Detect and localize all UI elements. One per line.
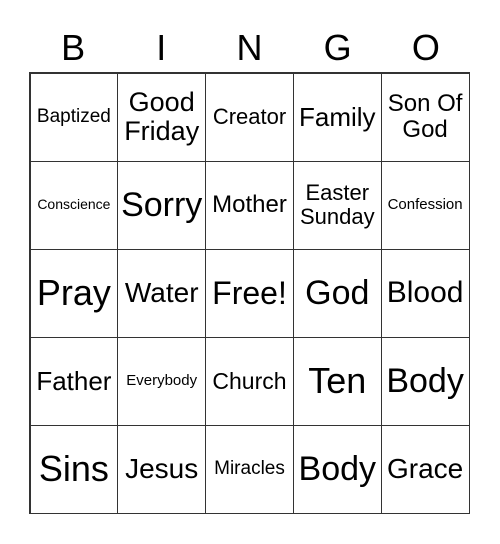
bingo-header: B I N G O bbox=[29, 26, 470, 70]
bingo-cell[interactable]: Good Friday bbox=[117, 72, 207, 162]
bingo-cell[interactable]: Son Of God bbox=[380, 72, 470, 162]
free-space-cell[interactable]: Free! bbox=[205, 248, 294, 338]
bingo-cell[interactable]: Church bbox=[205, 336, 294, 426]
bingo-cell[interactable]: Conscience bbox=[29, 160, 119, 250]
bingo-cell[interactable]: Family bbox=[292, 72, 382, 162]
bingo-cell[interactable]: Easter Sunday bbox=[292, 160, 382, 250]
header-letter-i: I bbox=[156, 27, 167, 68]
bingo-cell[interactable]: Father bbox=[29, 336, 119, 426]
bingo-grid: Baptized Good Friday Creator Family Son … bbox=[29, 72, 470, 514]
bingo-cell[interactable]: Blood bbox=[380, 248, 470, 338]
bingo-cell[interactable]: Water bbox=[117, 248, 207, 338]
bingo-cell[interactable]: Everybody bbox=[117, 336, 207, 426]
header-letter-g: G bbox=[323, 27, 352, 68]
bingo-cell[interactable]: Sins bbox=[29, 424, 119, 514]
header-letter-b: B bbox=[61, 27, 86, 68]
bingo-cell[interactable]: Creator bbox=[205, 72, 294, 162]
bingo-cell[interactable]: Sorry bbox=[117, 160, 207, 250]
bingo-cell[interactable]: Body bbox=[292, 424, 382, 514]
bingo-cell[interactable]: Pray bbox=[29, 248, 119, 338]
bingo-cell[interactable]: Body bbox=[380, 336, 470, 426]
bingo-cell[interactable]: God bbox=[292, 248, 382, 338]
bingo-cell[interactable]: Grace bbox=[380, 424, 470, 514]
bingo-cell[interactable]: Miracles bbox=[205, 424, 294, 514]
header-letter-o: O bbox=[411, 27, 440, 68]
bingo-cell[interactable]: Mother bbox=[205, 160, 294, 250]
bingo-cell[interactable]: Confession bbox=[380, 160, 470, 250]
bingo-cell[interactable]: Ten bbox=[292, 336, 382, 426]
bingo-cell[interactable]: Baptized bbox=[29, 72, 119, 162]
bingo-cell[interactable]: Jesus bbox=[117, 424, 207, 514]
header-letter-n: N bbox=[236, 27, 263, 68]
